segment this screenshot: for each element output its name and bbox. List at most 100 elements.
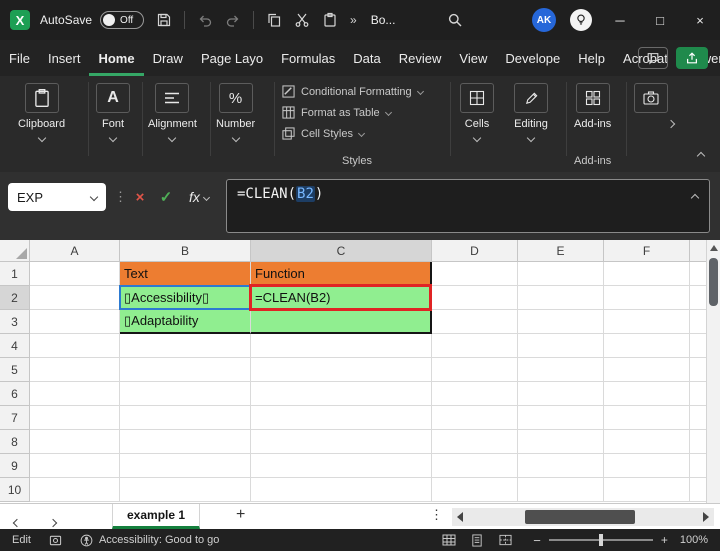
close-button[interactable]: × — [680, 0, 720, 40]
cell[interactable] — [432, 430, 518, 454]
formula-bar-options[interactable]: ⋮ — [114, 189, 127, 205]
vertical-scrollbar[interactable] — [706, 240, 720, 503]
tab-view[interactable]: View — [450, 40, 496, 76]
col-header-E[interactable]: E — [518, 240, 604, 262]
cell[interactable] — [251, 334, 432, 358]
page-break-preview-button[interactable] — [491, 534, 519, 546]
cell[interactable] — [432, 478, 518, 502]
cell[interactable] — [120, 358, 251, 382]
zoom-in-button[interactable]: + — [661, 533, 668, 547]
save-button[interactable] — [156, 12, 172, 28]
cell-E1[interactable] — [518, 262, 604, 286]
cell[interactable] — [432, 334, 518, 358]
tab-home[interactable]: Home — [89, 40, 144, 76]
page-layout-view-button[interactable] — [463, 533, 491, 547]
cell[interactable] — [604, 478, 690, 502]
cell[interactable] — [604, 454, 690, 478]
share-button[interactable] — [676, 47, 708, 69]
cell-B3[interactable]: ▯Adaptability — [120, 310, 251, 334]
cell-styles-button[interactable]: Cell Styles — [282, 127, 423, 140]
row-header-10[interactable]: 10 — [0, 478, 30, 502]
account-avatar[interactable]: AK — [532, 8, 556, 32]
tab-review[interactable]: Review — [390, 40, 451, 76]
cell[interactable] — [604, 406, 690, 430]
row-header-6[interactable]: 6 — [0, 382, 30, 406]
cell-B1[interactable]: Text — [120, 262, 251, 286]
cancel-button[interactable]: × — [128, 185, 152, 209]
undo-button[interactable] — [197, 12, 213, 28]
cell[interactable] — [518, 334, 604, 358]
zoom-slider[interactable] — [548, 534, 653, 546]
cell[interactable] — [604, 358, 690, 382]
cell[interactable] — [251, 358, 432, 382]
cut-button[interactable] — [294, 12, 310, 28]
comments-button[interactable] — [638, 47, 668, 69]
redo-button[interactable] — [225, 12, 241, 28]
cell[interactable] — [432, 358, 518, 382]
cell-B2[interactable]: ▯Accessibility▯ — [119, 285, 251, 310]
cell[interactable] — [251, 454, 432, 478]
cell[interactable] — [30, 382, 120, 406]
zoom-out-button[interactable]: − — [533, 533, 541, 548]
toolbar-overflow-button[interactable]: » — [350, 13, 357, 27]
cell[interactable] — [518, 382, 604, 406]
cell[interactable] — [251, 382, 432, 406]
col-header-D[interactable]: D — [432, 240, 518, 262]
name-box[interactable]: EXP — [8, 183, 106, 211]
sheet-options-button[interactable]: ⋮ — [430, 507, 443, 523]
cell-F1[interactable] — [604, 262, 690, 286]
cell[interactable] — [30, 358, 120, 382]
cell-A3[interactable] — [30, 310, 120, 334]
workbook-title[interactable]: Bo... — [371, 13, 396, 27]
editing-group-button[interactable]: Editing — [514, 83, 548, 143]
cell[interactable] — [251, 478, 432, 502]
cell[interactable] — [120, 406, 251, 430]
cell-D3[interactable] — [432, 310, 518, 334]
copy-button[interactable] — [266, 12, 282, 28]
tab-formulas[interactable]: Formulas — [272, 40, 344, 76]
formula-input[interactable]: =CLEAN(B2) — [226, 179, 710, 233]
cell[interactable] — [30, 454, 120, 478]
cell[interactable] — [518, 478, 604, 502]
autosave-toggle[interactable]: Off — [100, 11, 145, 29]
row-header-1[interactable]: 1 — [0, 262, 30, 286]
add-ins-button[interactable]: Add-ins — [574, 83, 611, 130]
col-header-C[interactable]: C — [251, 240, 432, 262]
next-sheet-button[interactable] — [48, 513, 58, 531]
cell[interactable] — [518, 454, 604, 478]
normal-view-button[interactable] — [435, 534, 463, 546]
collapse-ribbon-button[interactable] — [696, 146, 706, 164]
cell-C1[interactable]: Function — [251, 262, 432, 286]
cell[interactable] — [120, 382, 251, 406]
minimize-button[interactable]: ─ — [600, 0, 640, 40]
ribbon-scroll-right-button[interactable] — [666, 114, 676, 132]
cell[interactable] — [432, 406, 518, 430]
cell-C3[interactable] — [251, 310, 432, 334]
clipboard-group-button[interactable]: Clipboard — [18, 83, 65, 143]
col-header-A[interactable]: A — [30, 240, 120, 262]
tab-file[interactable]: File — [0, 40, 39, 76]
cell[interactable] — [251, 430, 432, 454]
conditional-formatting-button[interactable]: Conditional Formatting — [282, 85, 424, 98]
row-header-3[interactable]: 3 — [0, 310, 30, 334]
horizontal-scrollbar-thumb[interactable] — [525, 510, 635, 524]
tab-help[interactable]: Help — [569, 40, 614, 76]
cell[interactable] — [120, 430, 251, 454]
cell-A2[interactable] — [30, 286, 120, 310]
cell[interactable] — [604, 382, 690, 406]
cell-F2[interactable] — [604, 286, 690, 310]
cell[interactable] — [30, 430, 120, 454]
screenshot-tool-button[interactable] — [634, 83, 668, 113]
tab-draw[interactable]: Draw — [144, 40, 192, 76]
zoom-slider-thumb[interactable] — [598, 534, 603, 546]
cell[interactable] — [432, 382, 518, 406]
cell[interactable] — [30, 478, 120, 502]
row-header-8[interactable]: 8 — [0, 430, 30, 454]
cell-A1[interactable] — [30, 262, 120, 286]
alignment-group-button[interactable]: Alignment — [148, 83, 197, 143]
collapse-formula-bar-button[interactable] — [690, 188, 700, 206]
macro-record-button[interactable] — [49, 534, 62, 547]
row-header-2[interactable]: 2 — [0, 286, 30, 310]
cell[interactable] — [604, 334, 690, 358]
tab-developer[interactable]: Develope — [496, 40, 569, 76]
